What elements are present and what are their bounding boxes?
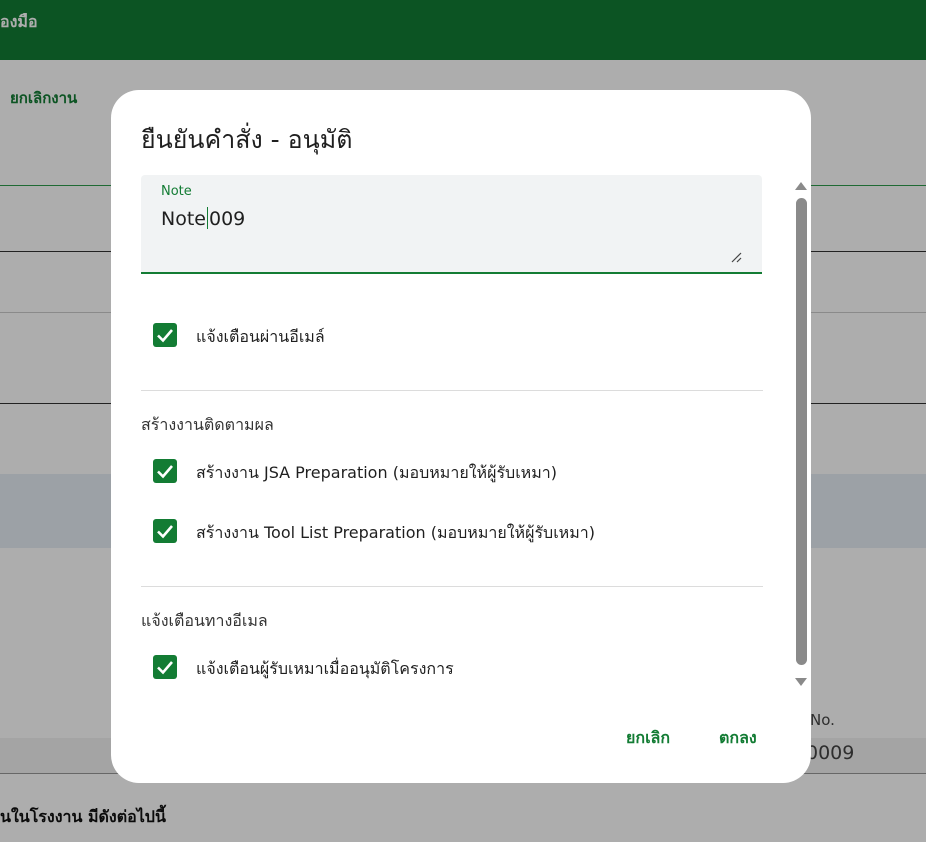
note-label: Note bbox=[161, 184, 192, 199]
tool-list-task-label: สร้างงาน Tool List Preparation (มอบหมายใ… bbox=[196, 523, 595, 542]
check-icon bbox=[157, 525, 173, 539]
note-value-after-caret: 009 bbox=[208, 208, 246, 230]
note-value[interactable]: Note 009 bbox=[161, 207, 245, 230]
ok-button[interactable]: ตกลง bbox=[719, 726, 757, 751]
scroll-down-arrow-icon[interactable] bbox=[795, 678, 807, 686]
tool-list-task-option[interactable]: สร้างงาน Tool List Preparation (มอบหมายใ… bbox=[153, 518, 753, 544]
resize-handle-icon[interactable] bbox=[730, 251, 742, 263]
scroll-up-arrow-icon[interactable] bbox=[795, 182, 807, 190]
jsa-task-checkbox[interactable] bbox=[153, 459, 177, 483]
dialog-title: ยืนยันคำสั่ง - อนุมัติ bbox=[141, 125, 353, 154]
text-caret bbox=[206, 207, 208, 229]
section-divider bbox=[141, 390, 763, 391]
jsa-task-label: สร้างงาน JSA Preparation (มอบหมายให้ผู้ร… bbox=[196, 463, 557, 482]
jsa-task-option[interactable]: สร้างงาน JSA Preparation (มอบหมายให้ผู้ร… bbox=[153, 458, 753, 484]
email-notify-option[interactable]: แจ้งเตือนผ่านอีเมล์ bbox=[153, 322, 753, 348]
email-notify-checkbox[interactable] bbox=[153, 323, 177, 347]
contractor-notify-checkbox[interactable] bbox=[153, 655, 177, 679]
note-textarea[interactable]: Note Note 009 bbox=[141, 175, 762, 274]
followup-section-title: สร้างงานติดตามผล bbox=[141, 415, 274, 434]
confirm-approve-dialog: ยืนยันคำสั่ง - อนุมัติ Note Note 009 แจ้ง… bbox=[111, 90, 811, 783]
email-section-title: แจ้งเตือนทางอีเมล bbox=[141, 611, 268, 630]
scrollbar-thumb[interactable] bbox=[796, 198, 807, 665]
check-icon bbox=[157, 329, 173, 343]
tool-list-task-checkbox[interactable] bbox=[153, 519, 177, 543]
email-notify-label: แจ้งเตือนผ่านอีเมล์ bbox=[196, 327, 325, 346]
cancel-button[interactable]: ยกเลิก bbox=[626, 726, 670, 751]
section-divider bbox=[141, 586, 763, 587]
dialog-content: Note Note 009 แจ้งเตือนผ่านอีเมล์ สร้างงา… bbox=[141, 175, 763, 775]
contractor-notify-label: แจ้งเตือนผู้รับเหมาเมื่ออนุมัติโครงการ bbox=[196, 659, 454, 678]
check-icon bbox=[157, 465, 173, 479]
note-value-before-caret: Note bbox=[161, 208, 206, 230]
check-icon bbox=[157, 661, 173, 675]
contractor-notify-option[interactable]: แจ้งเตือนผู้รับเหมาเมื่ออนุมัติโครงการ bbox=[153, 654, 753, 680]
